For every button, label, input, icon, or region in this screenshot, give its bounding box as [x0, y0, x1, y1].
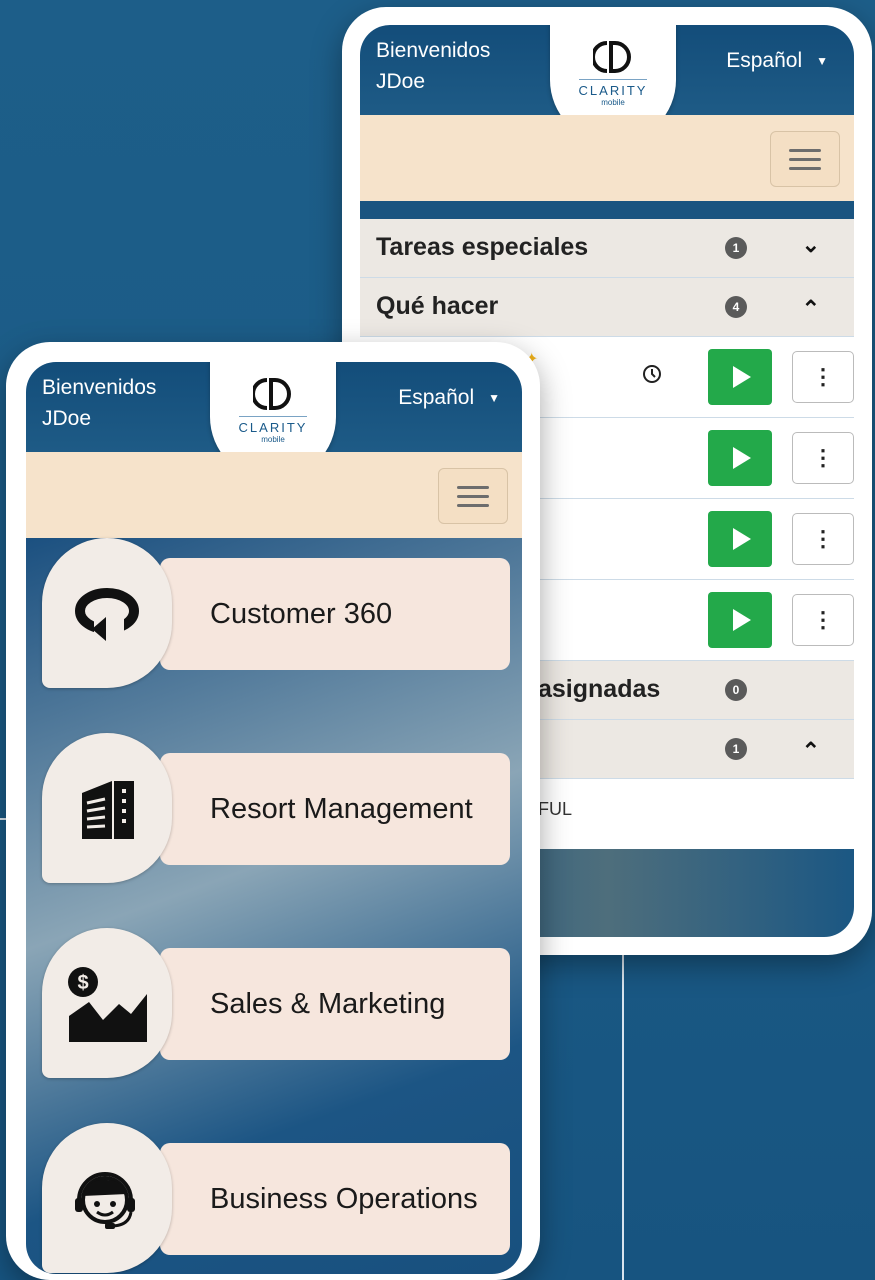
username: JDoe [42, 407, 92, 430]
play-button[interactable] [708, 349, 772, 405]
welcome-text: Bienvenidos JDoe [376, 35, 490, 97]
more-options-icon[interactable]: ⋮ [792, 351, 854, 403]
language-selector[interactable]: Español ▼ [398, 386, 500, 410]
welcome-greeting: Bienvenidos [42, 376, 157, 399]
sub-bar [26, 452, 522, 538]
more-options-icon[interactable]: ⋮ [792, 432, 854, 484]
logo-wordmark: CLARITY [578, 79, 648, 98]
sub-bar [360, 115, 854, 201]
section-tareas-especiales[interactable]: Tareas especiales 1 ⌄ [360, 219, 854, 278]
chevron-up-icon[interactable]: ⌃ [802, 296, 820, 322]
tile-business-operations[interactable]: Business Operations [160, 1143, 510, 1255]
count-badge: 1 [725, 237, 747, 259]
language-selector[interactable]: Español ▼ [726, 49, 828, 73]
logo-subtitle: mobile [601, 98, 625, 107]
count-badge: 0 [725, 679, 747, 701]
section-que-hacer[interactable]: Qué hacer 4 ⌃ [360, 278, 854, 337]
front-phone: Bienvenidos JDoe Español ▼ CLARITY mobil… [6, 342, 540, 1280]
front-phone-screen: Bienvenidos JDoe Español ▼ CLARITY mobil… [26, 362, 522, 1274]
tile-sales-marketing[interactable]: Sales & Marketing [160, 948, 510, 1060]
section-title: Tareas especiales [376, 233, 589, 261]
svg-text:$: $ [77, 972, 88, 994]
tile-label: Sales & Marketing [210, 987, 446, 1020]
count-badge: 4 [725, 296, 747, 318]
section-title: Qué hacer [376, 292, 499, 320]
decorative-line [622, 940, 624, 1280]
welcome-greeting: Bienvenidos [376, 39, 491, 62]
caret-down-icon: ▼ [488, 391, 500, 405]
caret-down-icon: ▼ [816, 54, 828, 68]
chevron-down-icon[interactable]: ⌄ [802, 232, 820, 258]
rotate-360-icon[interactable] [42, 538, 172, 688]
logo-wordmark: CLARITY [238, 416, 308, 435]
language-label: Español [398, 386, 475, 409]
tile-label: Resort Management [210, 792, 473, 825]
module-menu: Customer 360 Resort Management Sales & M… [26, 538, 522, 1274]
play-button[interactable] [708, 592, 772, 648]
clock-icon [643, 365, 661, 383]
play-button[interactable] [708, 430, 772, 486]
hamburger-menu-button[interactable] [438, 468, 508, 524]
chevron-up-icon[interactable]: ⌃ [802, 738, 820, 764]
headset-agent-icon[interactable] [42, 1123, 172, 1273]
username: JDoe [376, 70, 426, 93]
tile-label: Customer 360 [210, 597, 393, 630]
play-button[interactable] [708, 511, 772, 567]
tile-label: Business Operations [210, 1182, 478, 1215]
welcome-text: Bienvenidos JDoe [42, 372, 156, 434]
more-options-icon[interactable]: ⋮ [792, 594, 854, 646]
logo-subtitle: mobile [261, 435, 285, 444]
sales-chart-icon[interactable]: $ [42, 928, 172, 1078]
tile-customer-360[interactable]: Customer 360 [160, 558, 510, 670]
building-icon[interactable] [42, 733, 172, 883]
tile-resort-management[interactable]: Resort Management [160, 753, 510, 865]
language-label: Español [726, 49, 803, 72]
more-options-icon[interactable]: ⋮ [792, 513, 854, 565]
hamburger-menu-button[interactable] [770, 131, 840, 187]
clarity-logo-mark-icon [253, 378, 291, 410]
clarity-logo-mark-icon [593, 41, 631, 73]
divider-strip [360, 201, 854, 219]
count-badge: 1 [725, 738, 747, 760]
list-item-text-fragment: FUL [538, 799, 573, 819]
section-title-fragment: asignadas [538, 675, 661, 703]
